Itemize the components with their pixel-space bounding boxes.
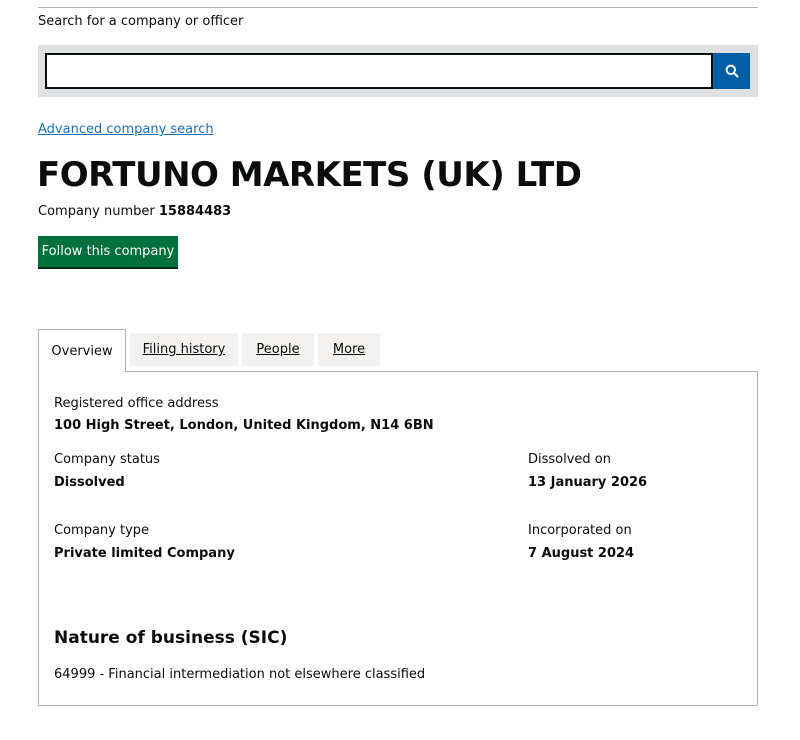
company-number-value: 15884483 bbox=[158, 204, 232, 219]
company-name: FORTUNO MARKETS (UK) LTD bbox=[37, 155, 582, 195]
sic-value: 64999 - Financial intermediation not els… bbox=[54, 667, 426, 682]
tab-overview[interactable]: Overview bbox=[38, 329, 126, 372]
company-number-label: Company number bbox=[38, 204, 155, 219]
sic-heading: Nature of business (SIC) bbox=[54, 628, 288, 648]
company-number: Company number 15884483 bbox=[38, 204, 231, 220]
advanced-search-link[interactable]: Advanced company search bbox=[38, 122, 214, 138]
dissolved-value: 13 January 2026 bbox=[528, 475, 648, 490]
status-value: Dissolved bbox=[54, 475, 125, 490]
tab-filing-history[interactable]: Filing history bbox=[130, 333, 238, 366]
status-label: Company status bbox=[54, 452, 160, 467]
search-input[interactable] bbox=[45, 53, 713, 89]
dissolved-label: Dissolved on bbox=[528, 452, 612, 467]
search-panel bbox=[38, 45, 758, 97]
overview-panel: Registered office address 100 High Stree… bbox=[38, 371, 758, 706]
incorporated-value: 7 August 2024 bbox=[528, 546, 635, 561]
search-button[interactable] bbox=[713, 53, 750, 89]
company-type-value: Private limited Company bbox=[54, 546, 235, 561]
tab-more[interactable]: More bbox=[318, 333, 380, 366]
follow-company-button[interactable]: Follow this company bbox=[38, 236, 178, 267]
top-divider bbox=[38, 7, 758, 8]
incorporated-label: Incorporated on bbox=[528, 523, 632, 538]
search-icon bbox=[725, 64, 739, 78]
company-type-label: Company type bbox=[54, 523, 150, 538]
tab-people[interactable]: People bbox=[242, 333, 314, 366]
address-label: Registered office address bbox=[54, 396, 219, 411]
search-label: Search for a company or officer bbox=[38, 14, 244, 29]
address-value: 100 High Street, London, United Kingdom,… bbox=[54, 418, 434, 433]
